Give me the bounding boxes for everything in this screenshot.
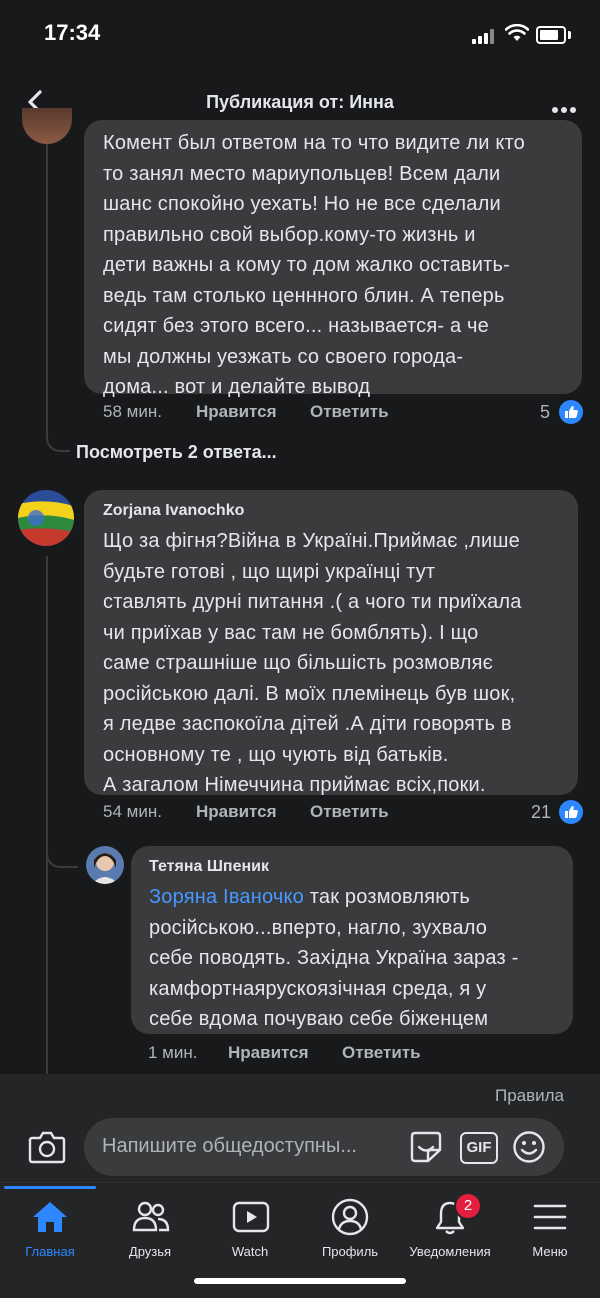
avatar[interactable] <box>86 846 124 884</box>
comment-time: 54 мин. <box>103 802 162 821</box>
comment-time: 58 мин. <box>103 402 162 421</box>
camera-icon[interactable] <box>28 1130 66 1164</box>
tab-watch-label[interactable]: Watch <box>200 1244 300 1259</box>
thread-line <box>46 556 48 1076</box>
emoji-icon[interactable] <box>512 1130 546 1164</box>
tab-profile-label[interactable]: Профиль <box>300 1244 400 1259</box>
reply-time: 1 мин. <box>148 1043 198 1062</box>
reply-button[interactable]: Ответить <box>342 1043 421 1063</box>
notification-badge: 2 <box>454 1192 482 1220</box>
active-tab-indicator <box>4 1186 96 1189</box>
home-icon[interactable] <box>31 1200 69 1234</box>
battery-icon <box>536 26 566 44</box>
page-title: Публикация от: Инна <box>206 92 394 112</box>
thread-line <box>46 140 48 436</box>
thread-line-curve <box>46 842 78 868</box>
avatar[interactable] <box>22 108 72 144</box>
tab-friends-label[interactable]: Друзья <box>100 1244 200 1259</box>
comment-input-placeholder: Напишите общедоступны... <box>102 1135 357 1157</box>
view-replies-link[interactable]: Посмотреть 2 ответа... <box>76 442 277 463</box>
tab-home-label[interactable]: Главная <box>0 1244 100 1259</box>
comment-text: Що за фігня?Війна в Україні.Приймає ,лиш… <box>103 530 522 796</box>
thumbs-up-icon <box>557 398 585 426</box>
watch-icon[interactable] <box>232 1200 270 1234</box>
cellular-signal-icon <box>472 28 498 44</box>
mention-link[interactable]: Зоряна Іваночко <box>149 886 304 908</box>
thread-line-curve <box>46 420 70 452</box>
reply-author[interactable]: Тетяна Шпеник <box>149 858 269 876</box>
sticker-icon[interactable] <box>408 1130 444 1164</box>
battery-cap <box>568 31 571 39</box>
reply-button[interactable]: Ответить <box>310 402 389 422</box>
profile-icon[interactable] <box>331 1198 369 1236</box>
comment-text: Комент был ответом на то что видите ли к… <box>103 132 525 398</box>
gif-icon[interactable]: GIF <box>460 1132 498 1164</box>
wifi-icon <box>505 24 529 41</box>
rules-link[interactable]: Правила <box>495 1086 564 1106</box>
thumbs-up-icon <box>557 798 585 826</box>
friends-icon[interactable] <box>132 1200 170 1234</box>
like-count: 21 <box>531 802 552 822</box>
status-time: 17:34 <box>44 20 101 45</box>
like-button[interactable]: Нравится <box>196 402 277 422</box>
home-indicator <box>194 1278 406 1284</box>
comment-author[interactable]: Zorjana Ivanochko <box>103 502 244 520</box>
reply-text: Зоряна Іваночко так розмовляють російськ… <box>149 886 519 1030</box>
like-count: 5 <box>540 402 551 422</box>
like-button[interactable]: Нравится <box>196 802 277 822</box>
like-button[interactable]: Нравится <box>228 1043 309 1063</box>
more-options-icon[interactable] <box>552 100 579 118</box>
tab-menu-label[interactable]: Меню <box>500 1244 600 1259</box>
reply-button[interactable]: Ответить <box>310 802 389 822</box>
tab-notifications-label[interactable]: Уведомления <box>400 1244 500 1259</box>
menu-icon[interactable] <box>532 1202 568 1232</box>
avatar[interactable] <box>18 490 74 546</box>
